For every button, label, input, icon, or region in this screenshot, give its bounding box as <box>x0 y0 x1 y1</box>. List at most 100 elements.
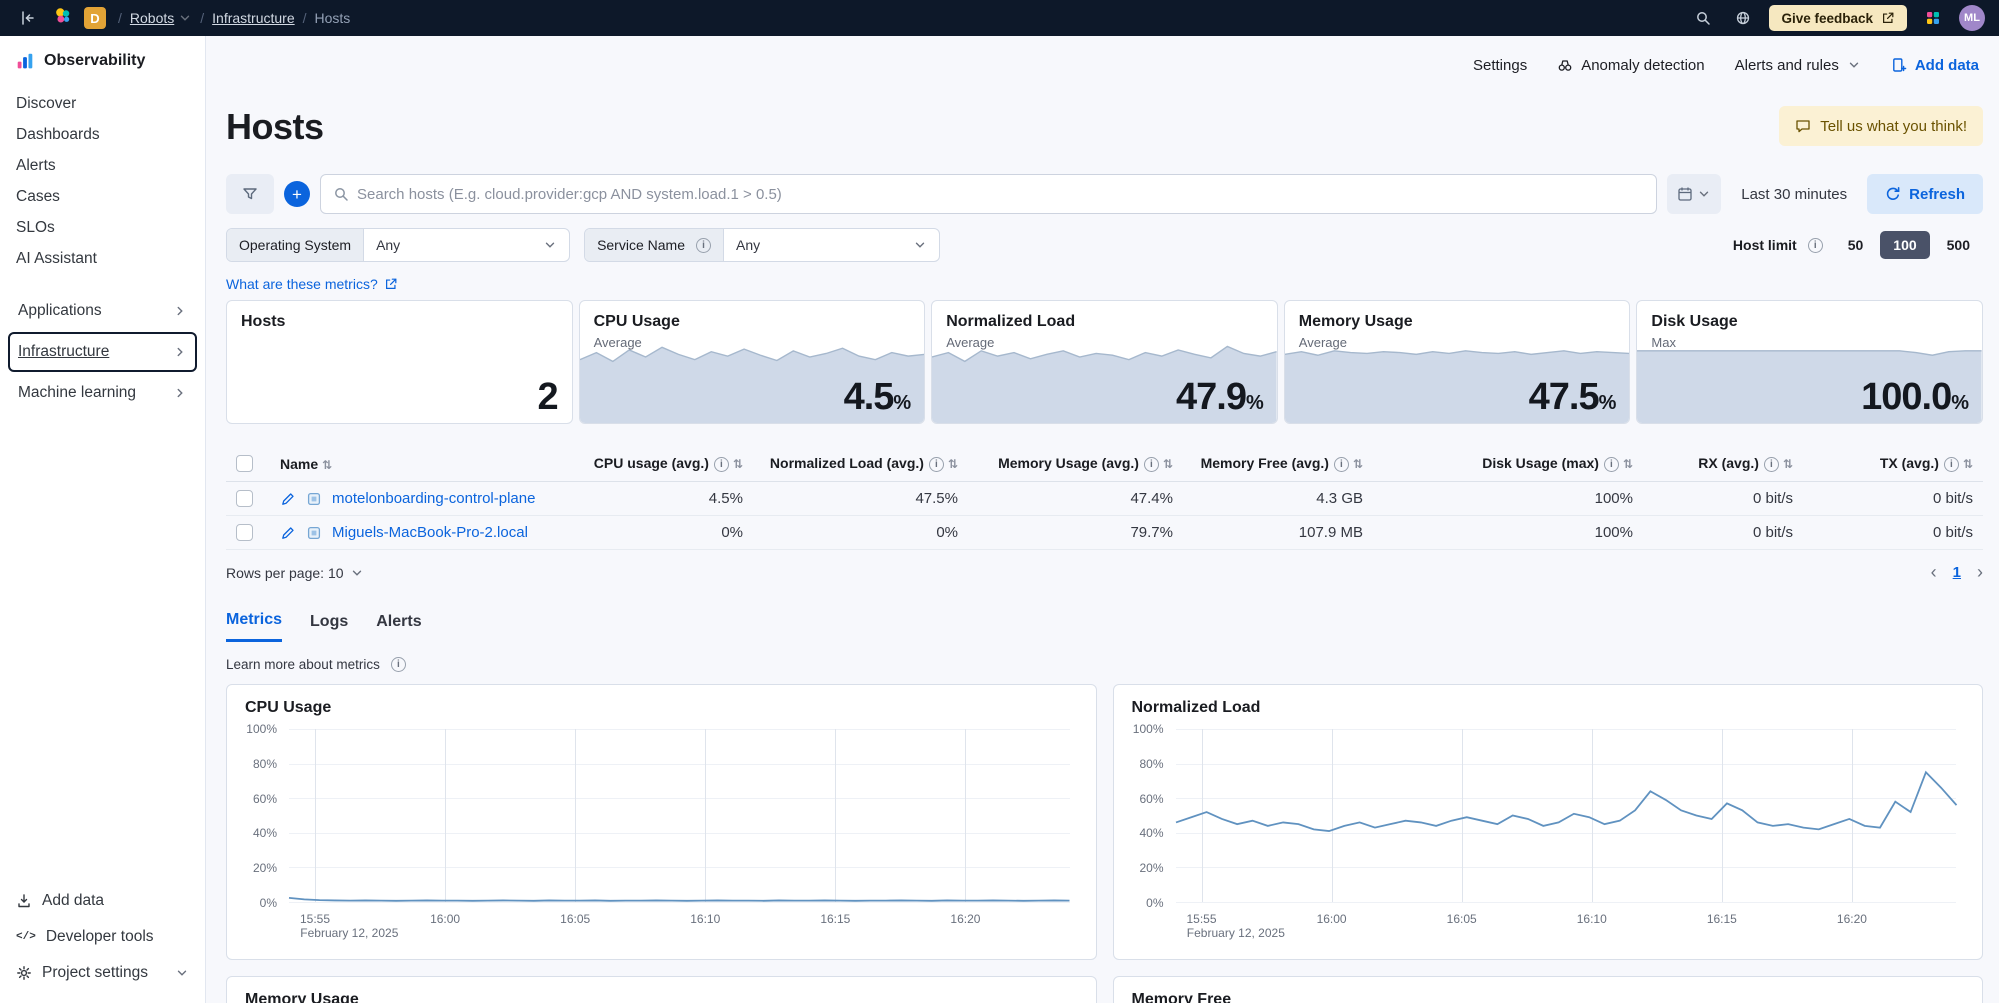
kpi-subtitle: Average <box>946 335 1263 350</box>
page-action-toolbar: Settings Anomaly detection Alerts and ru… <box>206 36 1999 94</box>
service-name-select[interactable]: Any <box>724 229 939 261</box>
tab-metrics[interactable]: Metrics <box>226 611 282 642</box>
add-data-icon <box>16 893 32 909</box>
host-link[interactable]: motelonboarding-control-plane <box>332 490 535 507</box>
host-limit-label: Host limit i <box>1733 237 1823 253</box>
previous-page-button[interactable]: ‹ <box>1931 562 1937 583</box>
edit-icon[interactable] <box>280 491 296 507</box>
sort-icon[interactable]: ⇅ <box>1353 457 1363 471</box>
edit-icon[interactable] <box>280 525 296 541</box>
sidebar-item-discover[interactable]: Discover <box>16 90 189 118</box>
row-checkbox[interactable] <box>236 524 253 541</box>
sidebar-item-dashboards[interactable]: Dashboards <box>16 121 189 149</box>
kpi-normalized-load[interactable]: Normalized Load Average 47.9% <box>931 300 1278 424</box>
x-tick-label: 16:00 <box>430 912 460 926</box>
operating-system-select[interactable]: Any <box>364 229 569 261</box>
info-icon[interactable]: i <box>1334 457 1349 472</box>
sidebar-item-project-settings[interactable]: Project settings <box>16 955 189 991</box>
rows-per-page-select[interactable]: Rows per page: 10 <box>226 565 364 581</box>
column-header-memory-free[interactable]: Memory Free (avg.)i⇅ <box>1183 446 1373 482</box>
sidebar-item-developer-tools[interactable]: </> Developer tools <box>16 919 189 955</box>
sort-icon[interactable]: ⇅ <box>1963 457 1973 471</box>
column-header-name[interactable]: Name⇅ <box>270 446 563 482</box>
row-checkbox[interactable] <box>236 490 253 507</box>
elastic-logo[interactable] <box>54 7 72 30</box>
info-icon[interactable]: i <box>1944 457 1959 472</box>
refresh-button[interactable]: Refresh <box>1867 174 1983 214</box>
kpi-cpu-usage[interactable]: CPU Usage Average 4.5% <box>579 300 926 424</box>
header-help-button[interactable] <box>1729 4 1757 32</box>
host-limit-option-100[interactable]: 100 <box>1880 231 1929 259</box>
alerts-and-rules-button[interactable]: Alerts and rules <box>1735 57 1861 74</box>
page-number[interactable]: 1 <box>1953 564 1961 581</box>
give-feedback-button[interactable]: Give feedback <box>1769 5 1907 31</box>
sidebar-item-ai-assistant[interactable]: AI Assistant <box>16 245 189 273</box>
info-icon[interactable]: i <box>1144 457 1159 472</box>
header-search-button[interactable] <box>1689 4 1717 32</box>
sidebar-item-alerts[interactable]: Alerts <box>16 152 189 180</box>
sidebar-item-add-data[interactable]: Add data <box>16 883 189 919</box>
kpi-value: 4.5% <box>844 376 911 419</box>
anomaly-detection-button[interactable]: Anomaly detection <box>1557 57 1704 74</box>
what-are-these-metrics-link[interactable]: What are these metrics? <box>226 276 1983 292</box>
settings-button[interactable]: Settings <box>1473 57 1527 74</box>
column-header-rx[interactable]: RX (avg.)i⇅ <box>1643 446 1803 482</box>
sort-icon[interactable]: ⇅ <box>322 458 332 472</box>
breadcrumb-robots[interactable]: Robots <box>130 10 192 26</box>
kpi-hosts[interactable]: Hosts 2 <box>226 300 573 424</box>
saved-query-menu-button[interactable] <box>226 174 274 214</box>
collapse-menu-icon <box>20 10 36 26</box>
info-icon[interactable]: i <box>1604 457 1619 472</box>
select-all-checkbox[interactable] <box>236 455 253 472</box>
info-icon[interactable]: i <box>696 238 711 253</box>
host-limit-option-50[interactable]: 50 <box>1835 231 1877 259</box>
sort-icon[interactable]: ⇅ <box>948 457 958 471</box>
sidebar-item-machine-learning[interactable]: Machine learning <box>8 373 197 413</box>
collapse-nav-button[interactable] <box>14 4 42 32</box>
table-row[interactable]: Miguels-MacBook-Pro-2.local 0% 0% 79.7% … <box>226 516 1983 550</box>
sidebar-item-cases[interactable]: Cases <box>16 183 189 211</box>
sort-icon[interactable]: ⇅ <box>1623 457 1633 471</box>
tell-us-button[interactable]: Tell us what you think! <box>1779 106 1983 146</box>
sidebar-solution-title: Observability <box>16 52 189 70</box>
column-header-tx[interactable]: TX (avg.)i⇅ <box>1803 446 1983 482</box>
chevron-down-icon <box>178 11 192 25</box>
sort-icon[interactable]: ⇅ <box>1783 457 1793 471</box>
user-avatar[interactable]: ML <box>1959 5 1985 31</box>
column-header-memory-usage[interactable]: Memory Usage (avg.)i⇅ <box>968 446 1183 482</box>
column-header-cpu[interactable]: CPU usage (avg.)i⇅ <box>563 446 753 482</box>
info-icon[interactable]: i <box>1808 238 1823 253</box>
cell-load: 47.5% <box>753 482 968 516</box>
info-icon[interactable]: i <box>391 657 406 672</box>
host-limit-option-500[interactable]: 500 <box>1934 231 1983 259</box>
sidebar-item-infrastructure[interactable]: Infrastructure <box>8 332 197 372</box>
next-page-button[interactable]: › <box>1977 562 1983 583</box>
kpi-disk-usage[interactable]: Disk Usage Max 100.0% <box>1636 300 1983 424</box>
chevron-down-icon <box>543 238 557 252</box>
search-input[interactable] <box>357 186 1644 203</box>
project-badge[interactable]: D <box>84 7 106 29</box>
kpi-memory-usage[interactable]: Memory Usage Average 47.5% <box>1284 300 1631 424</box>
add-data-button[interactable]: Add data <box>1891 57 1979 74</box>
sidebar-item-applications[interactable]: Applications <box>8 291 197 331</box>
add-filter-button[interactable]: + <box>284 181 310 207</box>
info-icon[interactable]: i <box>714 457 729 472</box>
date-picker-button[interactable] <box>1667 174 1721 214</box>
sort-icon[interactable]: ⇅ <box>1163 457 1173 471</box>
host-icon <box>306 525 322 541</box>
app-switcher-button[interactable] <box>1919 4 1947 32</box>
tab-alerts[interactable]: Alerts <box>376 611 421 642</box>
info-icon[interactable]: i <box>1764 457 1779 472</box>
sort-icon[interactable]: ⇅ <box>733 457 743 471</box>
column-header-disk-usage[interactable]: Disk Usage (max)i⇅ <box>1373 446 1643 482</box>
time-range-label[interactable]: Last 30 minutes <box>1731 186 1857 203</box>
breadcrumb-infrastructure[interactable]: Infrastructure <box>212 10 294 26</box>
host-link[interactable]: Miguels-MacBook-Pro-2.local <box>332 524 528 541</box>
sidebar-item-slos[interactable]: SLOs <box>16 214 189 242</box>
tab-logs[interactable]: Logs <box>310 611 348 642</box>
table-row[interactable]: motelonboarding-control-plane 4.5% 47.5%… <box>226 482 1983 516</box>
search-field[interactable] <box>320 174 1657 214</box>
info-icon[interactable]: i <box>929 457 944 472</box>
search-icon <box>333 186 349 202</box>
column-header-normalized-load[interactable]: Normalized Load (avg.)i⇅ <box>753 446 968 482</box>
